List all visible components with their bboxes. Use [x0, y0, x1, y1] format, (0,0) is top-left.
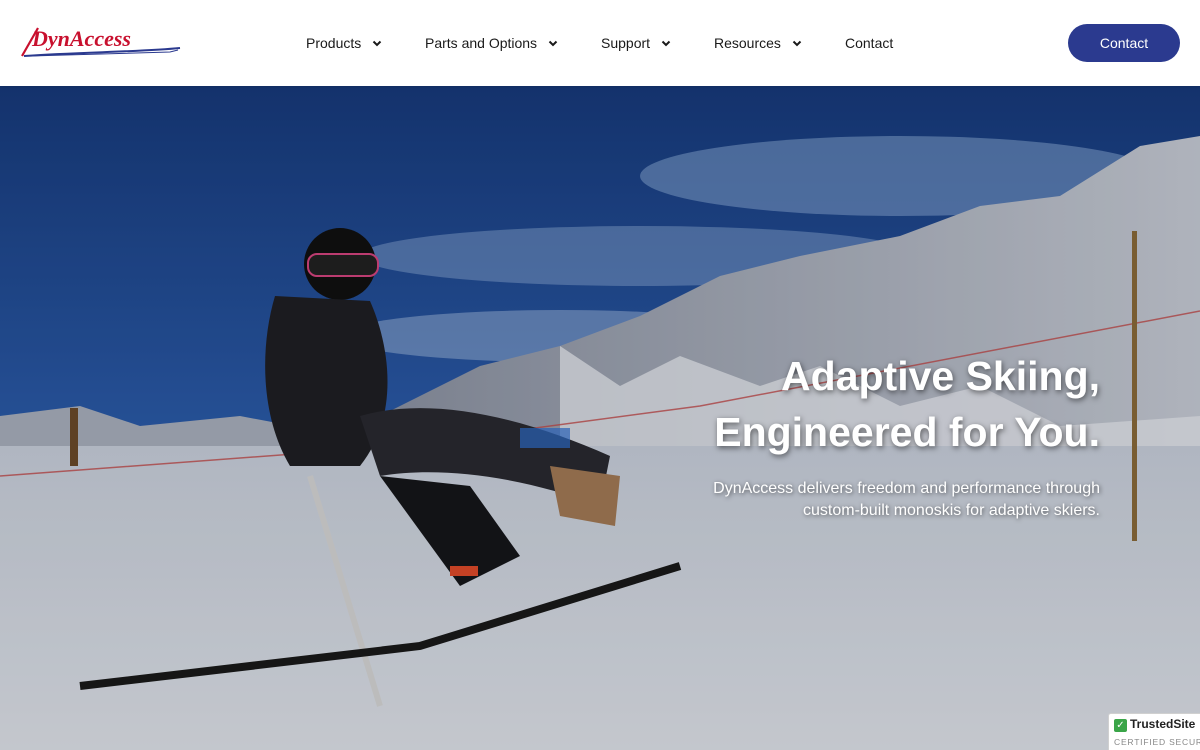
nav-item-label: Support: [601, 35, 651, 51]
hero-title-line-1: Adaptive Skiing,: [781, 353, 1100, 399]
chevron-down-icon: [661, 40, 671, 47]
hero-title: Adaptive Skiing, Engineered for You.: [580, 348, 1100, 460]
nav-item-label: Resources: [714, 35, 781, 51]
site-header: DynAccess Products Parts and Options Sup…: [0, 0, 1200, 86]
check-icon: ✓: [1114, 719, 1127, 732]
nav-item-resources[interactable]: Resources: [714, 34, 803, 52]
chevron-down-icon: [792, 40, 802, 47]
trust-badge-brand: TrustedSite: [1130, 717, 1196, 731]
contact-button[interactable]: Contact: [1068, 24, 1180, 62]
nav-item-parts-and-options[interactable]: Parts and Options: [425, 34, 559, 52]
hero-section: Adaptive Skiing, Engineered for You. Dyn…: [0, 86, 1200, 750]
trust-badge-subtitle: CERTIFIED SECURE: [1114, 737, 1200, 747]
chevron-down-icon: [373, 40, 382, 47]
hero-title-line-2: Engineered for You.: [714, 409, 1100, 455]
trustedsite-badge[interactable]: ✓ TrustedSite CERTIFIED SECURE: [1108, 713, 1200, 750]
chevron-down-icon: [548, 40, 558, 47]
nav-item-products[interactable]: Products: [306, 34, 383, 52]
nav-item-contact[interactable]: Contact: [845, 34, 893, 52]
nav-item-label: Contact: [845, 35, 894, 51]
nav-item-label: Parts and Options: [425, 35, 538, 51]
nav-item-label: Products: [306, 35, 362, 51]
hero-subtitle: DynAccess delivers freedom and performan…: [713, 480, 1100, 519]
nav-item-support[interactable]: Support: [601, 34, 672, 52]
main-nav: Products Parts and Options Support Resou…: [0, 0, 1200, 86]
